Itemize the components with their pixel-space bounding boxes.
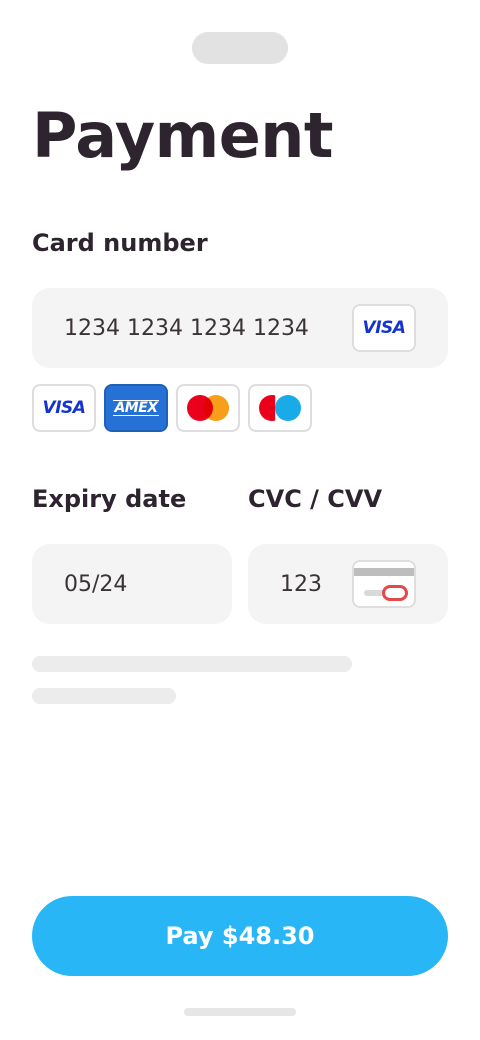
- visa-brand-icon: VISA: [32, 384, 96, 432]
- expiry-date-field[interactable]: [32, 544, 232, 624]
- cvc-field[interactable]: [248, 544, 448, 624]
- placeholder-line: [32, 656, 352, 672]
- expiry-date-input[interactable]: [64, 571, 164, 597]
- amex-brand-text: AMEX: [113, 400, 159, 416]
- card-back-cvc-icon: [352, 560, 416, 608]
- accepted-brands: VISA AMEX: [32, 384, 322, 432]
- placeholder-line-short: [32, 688, 176, 704]
- maestro-brand-icon: [248, 384, 312, 432]
- card-number-label: Card number: [32, 229, 208, 257]
- home-indicator: [184, 1008, 296, 1016]
- amex-brand-icon: AMEX: [104, 384, 168, 432]
- card-number-input[interactable]: [64, 315, 324, 341]
- visa-brand-text: VISA: [42, 398, 86, 418]
- card-number-field[interactable]: VISA: [32, 288, 448, 368]
- pay-button[interactable]: Pay $48.30: [32, 896, 448, 976]
- page-title: Payment: [32, 99, 334, 172]
- cvc-label: CVC / CVV: [248, 485, 383, 513]
- maestro-circles: [259, 395, 301, 421]
- visa-logo-icon: VISA: [352, 304, 416, 352]
- camera-notch: [192, 32, 288, 64]
- visa-logo-text: VISA: [362, 318, 406, 338]
- mastercard-circles: [187, 395, 229, 421]
- mastercard-brand-icon: [176, 384, 240, 432]
- expiry-date-label: Expiry date: [32, 485, 187, 513]
